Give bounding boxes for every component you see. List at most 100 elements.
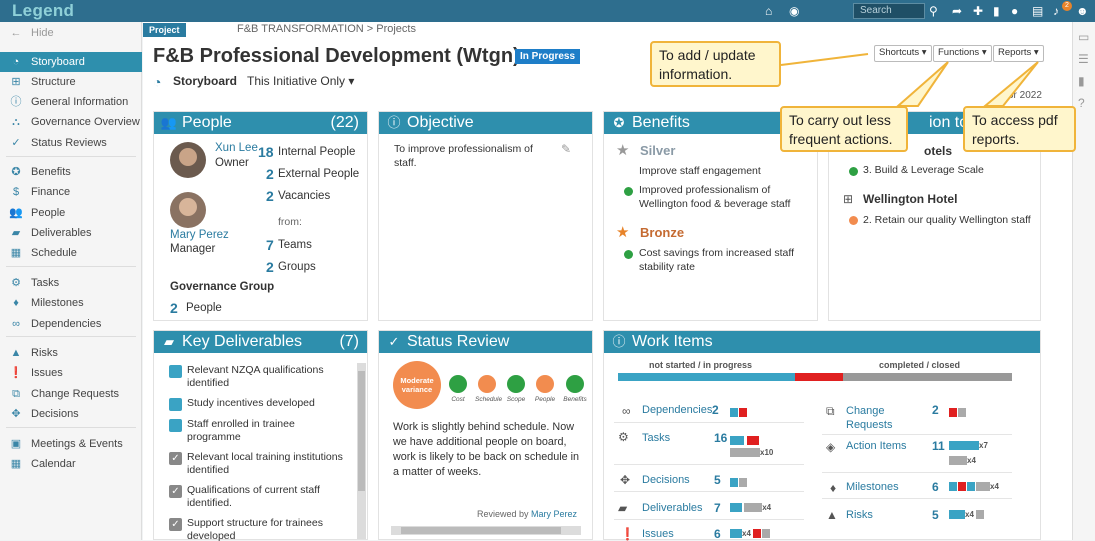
work-item-count[interactable]: 2 — [932, 403, 939, 417]
deliverable-item[interactable]: Study incentives developed — [187, 397, 347, 410]
search-input[interactable]: Search — [853, 3, 925, 19]
benefit-item[interactable]: Cost savings from increased staff stabil… — [639, 246, 809, 274]
governance-count[interactable]: 2 — [170, 300, 178, 316]
breadcrumb[interactable]: F&B TRANSFORMATION > Projects — [237, 23, 416, 35]
work-item-issues[interactable]: Issues — [642, 528, 674, 541]
work-item-count[interactable]: 7 — [714, 501, 721, 515]
deliverable-item[interactable]: Support structure for trainees developed — [187, 517, 347, 541]
sidebar-item-benefits[interactable]: ✪ Benefits — [0, 162, 142, 182]
indicator-people[interactable]: People — [534, 375, 556, 403]
work-item-decisions[interactable]: Decisions — [642, 474, 690, 486]
home-icon[interactable]: ⌂ — [765, 4, 772, 18]
work-item-action-items[interactable]: Action Items — [846, 440, 907, 452]
contribution-item[interactable]: 3. Build & Leverage Scale — [863, 164, 984, 176]
deliverable-item[interactable]: Relevant local training institutions ide… — [187, 451, 347, 477]
sidebar-item-risks[interactable]: ▲ Risks — [0, 343, 142, 363]
work-item-count[interactable]: 16 — [714, 431, 727, 445]
work-item-count[interactable]: 5 — [714, 473, 721, 487]
contribution-item[interactable]: 2. Retain our quality Wellington staff — [863, 213, 1033, 227]
list-icon[interactable]: ☰ — [1078, 52, 1089, 66]
work-items-card-header[interactable]: ⓘ Work Items — [604, 331, 1040, 353]
user-icon[interactable]: ☻ — [1076, 4, 1089, 18]
sidebar-item-status-reviews[interactable]: ✓ Status Reviews — [0, 133, 142, 153]
work-progress-bar[interactable] — [618, 373, 1012, 381]
sidebar-item-milestones[interactable]: ♦ Milestones — [0, 293, 142, 313]
deliverable-item[interactable]: Staff enrolled in trainee programme — [187, 418, 347, 444]
sidebar-item-dependencies[interactable]: ∞ Dependencies — [0, 314, 142, 334]
help-icon[interactable]: ? — [1078, 96, 1085, 110]
sidebar-item-issues[interactable]: ❗ Issues — [0, 363, 142, 383]
overall-status-circle[interactable]: Moderate variance — [393, 361, 441, 409]
comment-icon[interactable]: ▭ — [1078, 30, 1089, 44]
deliverable-item[interactable]: Qualifications of current staff identifi… — [187, 484, 347, 510]
filter-dropdown[interactable]: This Initiative Only ▾ — [247, 74, 354, 88]
document-icon[interactable]: ▤ — [1032, 4, 1043, 18]
deliverable-item[interactable]: Relevant NZQA qualifications identified — [187, 364, 347, 390]
app-logo[interactable]: Legend — [12, 1, 74, 21]
completed-heading: completed / closed — [879, 360, 961, 370]
work-item-deliverables[interactable]: Deliverables — [642, 502, 703, 514]
work-item-count[interactable]: 5 — [932, 508, 939, 522]
benefit-item[interactable]: Improve staff engagement — [639, 165, 761, 177]
globe-icon[interactable]: ◉ — [789, 4, 799, 18]
scrollbar[interactable] — [357, 363, 366, 539]
indicator-benefits[interactable]: Benefits — [563, 375, 587, 403]
manager-name-link[interactable]: Mary Perez — [170, 229, 229, 241]
sidebar-item-decisions[interactable]: ✥ Decisions — [0, 404, 142, 424]
hide-sidebar-button[interactable]: ← Hide — [0, 23, 142, 43]
scrollbar[interactable] — [391, 526, 581, 535]
sidebar: ← Hide ◔ Storyboard ⊞ Structure ⓘ General In… — [0, 22, 142, 540]
work-item-dependencies[interactable]: Dependencies — [642, 404, 712, 416]
sidebar-item-finance[interactable]: $ Finance — [0, 182, 142, 202]
work-items-card: ⓘ Work Items not started / in progress co… — [603, 330, 1041, 541]
sidebar-item-people[interactable]: 👥 People — [0, 203, 142, 223]
external-count[interactable]: 2 — [266, 166, 274, 182]
work-item-risks[interactable]: Risks — [846, 509, 873, 521]
chat-icon[interactable]: ● — [1011, 4, 1018, 18]
work-item-tasks[interactable]: Tasks — [642, 432, 670, 444]
sidebar-item-storyboard[interactable]: ◔ Storyboard — [0, 52, 142, 72]
lock-icon[interactable]: ▮ — [1078, 74, 1085, 88]
add-icon[interactable]: ✚ — [973, 4, 983, 18]
groups-count[interactable]: 2 — [266, 259, 274, 275]
sidebar-item-deliverables[interactable]: ▰ Deliverables — [0, 223, 142, 243]
sidebar-item-general-information[interactable]: ⓘ General Information — [0, 92, 142, 112]
objective-card-header[interactable]: ⓘ Objective — [379, 112, 592, 134]
work-item-count[interactable]: 6 — [932, 480, 939, 494]
work-item-change-requests[interactable]: Change Requests — [846, 404, 916, 432]
indicator-schedule[interactable]: Schedule — [475, 375, 502, 403]
bookmark-icon[interactable]: ▮ — [993, 4, 1000, 18]
bell-icon[interactable]: ♪ — [1053, 4, 1059, 18]
work-item-milestones[interactable]: Milestones — [846, 481, 899, 493]
share-icon[interactable]: ➦ — [952, 4, 962, 18]
reports-button[interactable]: Reports ▾ — [993, 45, 1044, 62]
sidebar-item-schedule[interactable]: ▦ Schedule — [0, 243, 142, 263]
sidebar-item-meetings-events[interactable]: ▣ Meetings & Events — [0, 434, 142, 454]
vacancies-count[interactable]: 2 — [266, 188, 274, 204]
sidebar-item-governance-overview[interactable]: ⛬ Governance Overview — [0, 112, 142, 132]
check-double-icon: ✓ — [11, 137, 21, 149]
sidebar-item-tasks[interactable]: ⚙ Tasks — [0, 273, 142, 293]
teams-count[interactable]: 7 — [266, 237, 274, 253]
people-card-header[interactable]: 👥 People (22) — [154, 112, 367, 134]
indicator-cost[interactable]: Cost — [447, 375, 469, 403]
status-review-card-header[interactable]: ✓ Status Review — [379, 331, 592, 353]
reviewer-link[interactable]: Mary Perez — [531, 509, 577, 519]
sidebar-item-change-requests[interactable]: ⧉ Change Requests — [0, 384, 142, 404]
indicator-scope[interactable]: Scope — [505, 375, 527, 403]
benefit-item[interactable]: Improved professionalism of Wellington f… — [639, 183, 809, 211]
work-item-count[interactable]: 6 — [714, 527, 721, 540]
work-item-count[interactable]: 2 — [712, 403, 719, 417]
avatar[interactable] — [170, 142, 206, 178]
search-icon[interactable]: ⚲ — [929, 4, 938, 18]
internal-count[interactable]: 18 — [258, 144, 274, 160]
avatar[interactable] — [170, 192, 206, 228]
deliverables-card-header[interactable]: ▰ Key Deliverables (7) — [154, 331, 367, 353]
truck-icon: ▰ — [11, 227, 21, 239]
functions-button[interactable]: Functions ▾ — [933, 45, 992, 62]
pencil-icon[interactable]: ✎ — [561, 142, 571, 156]
owner-name-link[interactable]: Xun Lee — [215, 142, 258, 154]
sidebar-item-structure[interactable]: ⊞ Structure — [0, 72, 142, 92]
work-item-count[interactable]: 11 — [932, 439, 945, 453]
sidebar-item-calendar[interactable]: ▦ Calendar — [0, 454, 142, 474]
